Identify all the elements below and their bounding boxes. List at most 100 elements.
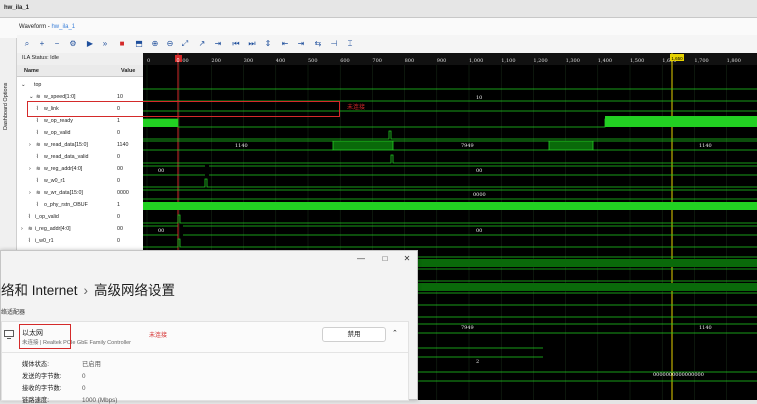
adapter-annotation: 未连接 — [149, 333, 168, 339]
adapter-card: 以太网 未连接 | Realtek PCIe GbE Family Contro… — [1, 321, 409, 404]
value-column-header[interactable]: Value — [121, 68, 135, 74]
run-trigger-icon[interactable]: ▶ — [84, 38, 96, 50]
signal-value: 1 — [117, 202, 120, 208]
time-tick-label: 1,000 — [469, 58, 483, 64]
wave-label: 7949 — [461, 325, 474, 331]
remove-icon[interactable]: − — [51, 38, 63, 50]
signal-row[interactable]: ⌇ i_op_valid 0 — [17, 211, 143, 223]
wave-op-ready-high — [605, 116, 757, 127]
signal-value: 0000 — [117, 190, 129, 196]
bus-icon: ≋ — [36, 142, 41, 148]
name-column-header[interactable]: Name — [24, 68, 39, 74]
wire-icon: ⌇ — [36, 130, 39, 136]
go-to-time-icon[interactable]: ⇥ — [212, 38, 224, 50]
close-icon[interactable]: ✕ — [401, 254, 413, 263]
breadcrumb: 络和 Internet › 高级网络设置 — [1, 279, 175, 299]
ila-status-text: ILA Status: Idle — [22, 55, 59, 61]
wave-phy-rstn — [143, 202, 757, 210]
waveform-tab[interactable]: Waveform - hw_ila_1 — [19, 24, 75, 30]
expand-arrow-icon[interactable]: ⌄ — [29, 94, 33, 100]
link-highlight-box — [27, 101, 340, 117]
wave-read-data-burst — [332, 140, 394, 151]
signal-row[interactable]: › ≋ w_read_data[15:0] 1140 — [17, 139, 143, 151]
expand-arrow-icon[interactable]: › — [29, 190, 31, 196]
marker-icon[interactable]: ⌶ — [344, 38, 356, 50]
expand-arrow-icon[interactable]: ⌄ — [21, 82, 25, 88]
wave-speed — [143, 88, 757, 102]
time-tick-label: 700 — [372, 58, 382, 64]
ethernet-icon — [4, 330, 14, 339]
signal-name: w_w0_r1 — [44, 178, 66, 184]
signal-row[interactable]: ⌇ w_op_valid 0 — [17, 127, 143, 139]
detail-row: 发送的字节数: 0 — [22, 371, 86, 380]
expand-arrow-icon[interactable]: › — [29, 166, 31, 172]
zoom-fit-icon[interactable]: ⤢ — [179, 38, 191, 50]
cursor-label-yellow: 1,650 — [671, 56, 683, 61]
signal-row[interactable]: ⌇ o_phy_rstn_OBUF 1 — [17, 199, 143, 211]
cursor-icon[interactable]: ↗ — [196, 38, 208, 50]
run-immediate-icon[interactable]: » — [99, 38, 111, 50]
wave-wr-data — [143, 189, 757, 200]
stop-icon[interactable]: ■ — [116, 38, 128, 50]
breadcrumb-parent[interactable]: 络和 Internet — [1, 283, 78, 298]
wave-lower-activity — [418, 283, 757, 291]
export-icon[interactable]: ⬒ — [133, 38, 145, 50]
wave-op-ready-fill — [143, 119, 178, 127]
signal-value: 0 — [117, 154, 120, 160]
signal-row[interactable]: ⌇ i_w0_r1 0 — [17, 235, 143, 247]
first-icon[interactable]: ⏮ — [230, 38, 242, 50]
waveform-label: Waveform - — [19, 24, 50, 30]
signal-row[interactable]: › ≋ w_wr_data[15:0] 0000 — [17, 187, 143, 199]
signal-value: 10 — [117, 94, 123, 100]
wave-label: 00 — [476, 228, 482, 234]
disable-button[interactable]: 禁用 — [322, 327, 386, 342]
wave-reg-addr — [143, 165, 757, 176]
prev-marker-icon[interactable]: ⇤ — [279, 38, 291, 50]
add-marker-icon[interactable]: ⇕ — [262, 38, 274, 50]
section-title: 络适配器 — [1, 310, 26, 316]
time-tick-label: 500 — [308, 58, 318, 64]
zoom-in-icon[interactable]: ⊕ — [149, 38, 161, 50]
signal-name: i_reg_addr[4:0] — [35, 226, 71, 232]
wave-read-data-burst — [548, 140, 594, 151]
time-tick-label: 1,300 — [566, 58, 580, 64]
signal-value: 0 — [117, 130, 120, 136]
minimize-icon[interactable]: — — [355, 254, 367, 263]
signal-row[interactable]: › ≋ i_reg_addr[4:0] 00 — [17, 223, 143, 235]
signal-name: i_w0_r1 — [35, 238, 54, 244]
swap-cursors-icon[interactable]: ⇆ — [312, 38, 324, 50]
maximize-icon[interactable]: □ — [379, 254, 391, 263]
signal-value: 0 — [117, 238, 120, 244]
settings-icon[interactable]: ⚙ — [67, 38, 79, 50]
dashboard-options-label: Dashboard Options — [3, 82, 9, 130]
last-icon[interactable]: ⏭ — [246, 38, 258, 50]
time-tick-label: 300 — [244, 58, 254, 64]
snap-icon[interactable]: ⊣ — [328, 38, 340, 50]
wave-label: 00 — [476, 168, 482, 174]
detail-key: 媒体状态: — [22, 361, 49, 368]
signal-row[interactable]: ⌇ w_w0_r1 0 — [17, 175, 143, 187]
expand-arrow-icon[interactable]: › — [21, 226, 23, 232]
next-marker-icon[interactable]: ⇥ — [295, 38, 307, 50]
signal-name: w_read_data[15:0] — [44, 142, 88, 148]
chevron-up-icon[interactable]: ⌃ — [392, 329, 398, 337]
wire-icon: ⌇ — [36, 154, 39, 160]
search-icon[interactable]: ⌕ — [21, 38, 33, 50]
wire-icon: ⌇ — [28, 214, 31, 220]
wave-label: 0000000000000000 — [653, 372, 704, 378]
signal-row[interactable]: › ≋ w_reg_addr[4:0] 00 — [17, 163, 143, 175]
detail-key: 发送的字节数: — [22, 373, 62, 380]
signal-value: 0 — [117, 178, 120, 184]
detail-row: 接收的字节数: 0 — [22, 383, 86, 392]
signal-value: 0 — [117, 214, 120, 220]
wave-i-reg-addr — [143, 225, 757, 236]
wave-label: 1140 — [235, 143, 248, 149]
expand-arrow-icon[interactable]: › — [29, 142, 31, 148]
wire-icon: ⌇ — [36, 118, 39, 124]
add-icon[interactable]: + — [36, 38, 48, 50]
signal-row[interactable]: ⌄ top — [17, 79, 143, 91]
detail-value: 0 — [82, 385, 86, 392]
time-tick-label: 800 — [405, 58, 415, 64]
signal-row[interactable]: ⌇ w_read_data_valid 0 — [17, 151, 143, 163]
zoom-out-icon[interactable]: ⊖ — [164, 38, 176, 50]
